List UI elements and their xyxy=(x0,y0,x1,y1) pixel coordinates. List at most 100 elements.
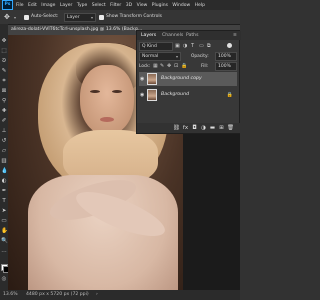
crop-tool-icon[interactable]: ⌗ xyxy=(1,78,7,84)
filter-adjustment-icon[interactable]: ◑ xyxy=(183,43,187,49)
kind-filter-dropdown[interactable]: Q Kind xyxy=(139,42,173,51)
menu-edit[interactable]: Edit xyxy=(28,3,37,8)
menu-image[interactable]: Image xyxy=(41,3,55,8)
layer-thumbnail xyxy=(147,89,157,101)
blend-mode-dropdown[interactable]: Normal ▾ xyxy=(139,52,181,61)
more-tools-icon[interactable]: … xyxy=(1,248,7,254)
options-bar: ✥ ▾ Auto-Select: Layer ▾ Show Transform … xyxy=(0,10,240,25)
document-size: 4480 px x 5720 px (72 ppi) xyxy=(26,292,89,297)
eraser-tool-icon[interactable]: ▱ xyxy=(1,148,7,154)
menu-type[interactable]: Type xyxy=(77,3,87,8)
layer-row-background-copy[interactable]: ◉ Background copy xyxy=(139,72,237,86)
type-tool-icon[interactable]: T xyxy=(1,198,7,204)
menu-file[interactable]: File xyxy=(16,3,24,8)
menu-view[interactable]: View xyxy=(137,3,148,8)
layers-panel: Layers Channels Paths ≡ Q Kind ▣ ◑ T ▭ ⧉… xyxy=(136,30,241,134)
link-layers-icon[interactable]: ⛓ xyxy=(173,125,180,131)
lasso-tool-icon[interactable]: ᘐ xyxy=(1,58,7,64)
status-menu-chevron-icon[interactable]: › xyxy=(96,292,98,297)
move-tool-icon[interactable]: ✥ xyxy=(4,13,12,21)
trash-icon[interactable]: 🗑 xyxy=(227,125,234,131)
gradient-tool-icon[interactable]: ▥ xyxy=(1,158,7,164)
move-tool-icon[interactable]: ✥ xyxy=(1,38,7,44)
photoshop-logo[interactable]: Ps xyxy=(2,0,13,10)
zoom-level[interactable]: 13.6% xyxy=(3,292,18,297)
new-group-icon[interactable]: ▬ xyxy=(209,125,216,131)
dodge-tool-icon[interactable]: ◐ xyxy=(1,178,7,184)
opacity-value: 100% xyxy=(218,54,231,59)
show-transform-label: Show Transform Controls xyxy=(106,14,162,19)
show-transform-checkbox[interactable] xyxy=(99,14,104,20)
filter-row: Q Kind ▣ ◑ T ▭ ⧉ xyxy=(139,42,237,51)
menu-bar: Ps File Edit Image Layer Type Select Fil… xyxy=(0,0,240,10)
lock-image-icon[interactable]: ✎ xyxy=(160,63,164,69)
add-mask-icon[interactable]: ◘ xyxy=(191,125,198,131)
layer-row-background[interactable]: ◉ Background 🔒 xyxy=(139,88,237,102)
filter-shape-icon[interactable]: ▭ xyxy=(199,43,204,49)
photo-eye-right xyxy=(112,90,122,93)
lock-transparent-icon[interactable]: ▦ xyxy=(153,63,158,69)
new-layer-icon[interactable]: ⊞ xyxy=(218,125,225,131)
shape-tool-icon[interactable]: ▭ xyxy=(1,218,7,224)
tab-paths[interactable]: Paths xyxy=(186,33,199,38)
fill-value: 100% xyxy=(218,64,231,69)
lock-position-icon[interactable]: ✥ xyxy=(167,63,171,69)
fill-input[interactable]: 100% xyxy=(215,62,237,71)
brush-tool-icon[interactable]: ✐ xyxy=(1,118,7,124)
tab-channels[interactable]: Channels xyxy=(162,33,183,38)
visibility-eye-icon[interactable]: ◉ xyxy=(140,92,144,98)
tool-preset-dropdown-icon[interactable]: ▾ xyxy=(14,15,16,20)
opacity-label: Opacity: xyxy=(191,53,209,59)
chevron-down-icon: ▾ xyxy=(90,14,93,20)
adjustment-layer-icon[interactable]: ◑ xyxy=(200,125,207,131)
menu-window[interactable]: Window xyxy=(172,3,190,8)
lock-artboard-icon[interactable]: ⊡ xyxy=(174,63,178,69)
menu-select[interactable]: Select xyxy=(92,3,106,8)
lock-all-icon[interactable]: 🔒 xyxy=(181,63,187,69)
zoom-tool-icon[interactable]: 🔍 xyxy=(1,238,8,244)
auto-select-checkbox[interactable] xyxy=(24,14,29,20)
panel-menu-icon[interactable]: ≡ xyxy=(233,33,237,38)
layers-panel-footer: ⛓ fx ◘ ◑ ▬ ⊞ 🗑 xyxy=(137,123,241,133)
menu-help[interactable]: Help xyxy=(195,3,205,8)
filter-type-icon[interactable]: T xyxy=(191,43,194,49)
status-bar: 13.6% 4480 px x 5720 px (72 ppi) › xyxy=(0,290,240,300)
frame-tool-icon[interactable]: ⊠ xyxy=(1,88,7,94)
lock-row: Lock: ▦ ✎ ✥ ⊡ 🔒 Fill: 100% xyxy=(139,62,237,71)
photo-eye-left xyxy=(90,90,100,93)
chevron-down-icon: ▾ xyxy=(175,54,178,59)
kind-filter-label: Q Kind xyxy=(142,44,157,49)
opacity-input[interactable]: 100% xyxy=(215,52,237,61)
layer-name: Background xyxy=(161,92,190,97)
visibility-eye-icon[interactable]: ◉ xyxy=(140,76,144,82)
healing-brush-tool-icon[interactable]: ✚ xyxy=(1,108,7,114)
quick-select-tool-icon[interactable]: ✎ xyxy=(1,68,7,74)
blend-row: Normal ▾ Opacity: 100% xyxy=(139,52,237,61)
auto-select-dropdown[interactable]: Layer ▾ xyxy=(64,12,96,22)
blur-tool-icon[interactable]: 💧 xyxy=(1,168,8,174)
layer-thumbnail xyxy=(147,73,157,85)
auto-select-label: Auto-Select: xyxy=(31,14,59,19)
marquee-tool-icon[interactable]: ⬚ xyxy=(1,48,7,54)
history-brush-tool-icon[interactable]: ↺ xyxy=(1,138,7,144)
menu-filter[interactable]: Filter xyxy=(110,3,121,8)
filter-smart-object-icon[interactable]: ⧉ xyxy=(207,43,211,49)
quick-mask-icon[interactable]: ◎ xyxy=(1,276,7,282)
filter-toggle-icon[interactable] xyxy=(227,43,232,48)
lock-label: Lock: xyxy=(139,63,151,69)
path-select-tool-icon[interactable]: ➤ xyxy=(1,208,7,214)
layer-style-icon[interactable]: fx xyxy=(182,125,189,131)
photo-face xyxy=(80,65,134,135)
tab-layers[interactable]: Layers xyxy=(141,33,156,38)
fill-label: Fill: xyxy=(201,63,209,69)
menu-3d[interactable]: 3D xyxy=(126,3,132,8)
eyedropper-tool-icon[interactable]: ⚲ xyxy=(1,98,7,104)
blend-mode-value: Normal xyxy=(142,54,159,59)
filter-pixel-icon[interactable]: ▣ xyxy=(175,43,180,49)
hand-tool-icon[interactable]: ✋ xyxy=(1,228,8,234)
menu-plugins[interactable]: Plugins xyxy=(152,3,168,8)
pen-tool-icon[interactable]: ✒ xyxy=(1,188,7,194)
menu-layer[interactable]: Layer xyxy=(60,3,73,8)
photo-lips xyxy=(100,117,114,122)
clone-stamp-tool-icon[interactable]: ⊥ xyxy=(1,128,7,134)
